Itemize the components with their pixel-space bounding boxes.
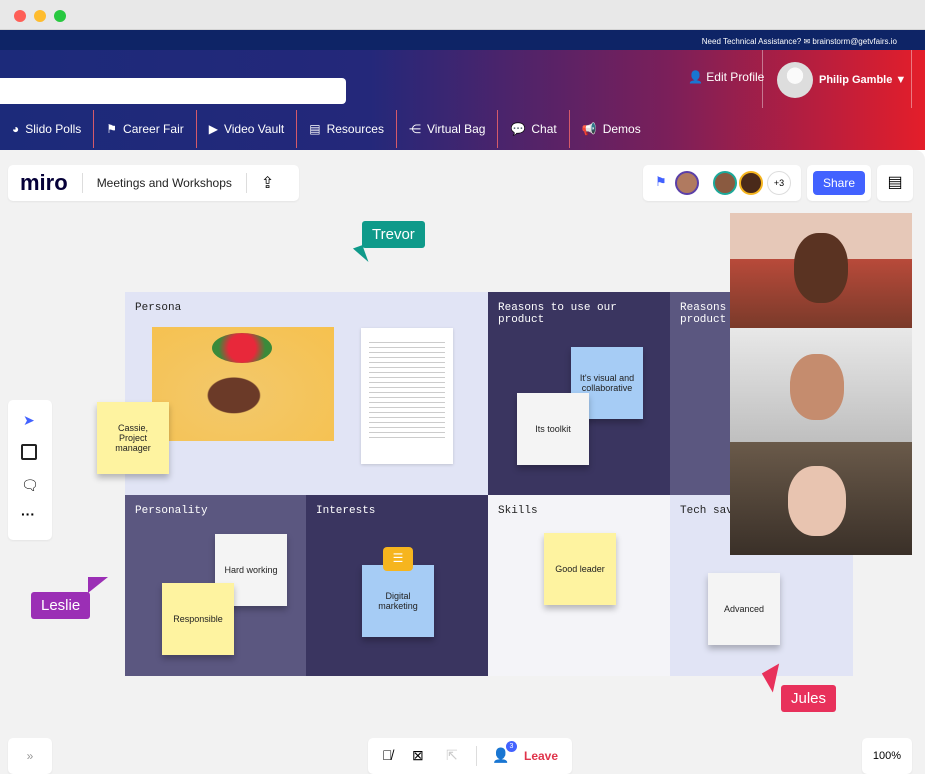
- collaborator-avatar[interactable]: [675, 171, 699, 195]
- share-button[interactable]: Share: [813, 171, 865, 195]
- search-input[interactable]: [0, 78, 346, 104]
- select-cursor-icon[interactable]: ➤: [23, 412, 35, 429]
- nav-item-virtual-bag[interactable]: ⋲ Virtual Bag: [397, 110, 499, 148]
- notes-icon[interactable]: ▤: [877, 165, 913, 201]
- maximize-window-button[interactable]: [54, 10, 66, 22]
- export-icon[interactable]: ⇪: [247, 173, 274, 193]
- zoom-level[interactable]: 100%: [862, 738, 912, 774]
- avatar: [777, 62, 813, 98]
- sticky-note[interactable]: Responsible: [162, 583, 234, 655]
- nav-item-video-vault[interactable]: ▶ Video Vault: [197, 110, 298, 148]
- megaphone-icon: 📢: [581, 122, 597, 136]
- participants-badge: 3: [506, 741, 517, 752]
- tools-toolbar: ➤ 🗨 ···: [8, 400, 52, 540]
- participant: [790, 354, 844, 420]
- persona-photo[interactable]: [152, 327, 334, 441]
- chat-icon: 💬: [510, 122, 526, 136]
- comment-icon[interactable]: ☰: [383, 547, 413, 571]
- pie-chart-icon: ◕: [12, 122, 20, 136]
- sticky-note-icon[interactable]: [21, 444, 37, 460]
- board-header: miro Meetings and Workshops ⇪: [8, 165, 299, 201]
- sticky-note[interactable]: Its toolkit: [517, 393, 589, 465]
- camera-off-icon[interactable]: ⊠: [412, 747, 424, 764]
- share-container: Share: [807, 165, 871, 201]
- nav-label: Video Vault: [223, 122, 285, 136]
- video-tile[interactable]: [730, 328, 912, 442]
- nav-label: Resources: [326, 122, 384, 136]
- more-collaborators[interactable]: +3: [767, 171, 791, 195]
- cursor-label-trevor: Trevor: [362, 221, 425, 248]
- technical-assistance[interactable]: Need Technical Assistance? ✉ brainstorm@…: [0, 30, 925, 50]
- sticky-note[interactable]: Digital marketing: [362, 565, 434, 637]
- sticky-note[interactable]: Advanced: [708, 573, 780, 645]
- nav-item-resources[interactable]: ▤ Resources: [297, 110, 397, 148]
- video-tile[interactable]: [730, 213, 912, 328]
- flag-icon: ⚑: [106, 122, 118, 136]
- nav-label: Chat: [531, 122, 557, 136]
- pdf-icon: ▤: [309, 122, 321, 136]
- user-name: Philip Gamble ▼: [819, 74, 907, 86]
- leave-button[interactable]: Leave: [524, 749, 558, 763]
- cursor-label-jules: Jules: [781, 685, 837, 712]
- user-icon: 👤: [688, 70, 703, 84]
- cursor-label-leslie: Leslie: [31, 592, 91, 619]
- collaborators-bar: ⚑ +3: [643, 165, 801, 201]
- participant: [794, 233, 848, 303]
- cursor-arrow-icon: [88, 577, 108, 593]
- collaborator-avatar[interactable]: [739, 171, 763, 195]
- sticky-note[interactable]: Good leader: [544, 533, 616, 605]
- video-tile[interactable]: [730, 442, 912, 555]
- nav-item-demos[interactable]: 📢 Demos: [570, 110, 653, 148]
- nav-label: Career Fair: [123, 122, 184, 136]
- minimize-window-button[interactable]: [34, 10, 46, 22]
- nav-label: Demos: [602, 122, 641, 136]
- persona-document[interactable]: [361, 328, 453, 464]
- close-window-button[interactable]: [14, 10, 26, 22]
- flower-crown: [212, 333, 272, 363]
- follow-icon[interactable]: ⚑: [655, 174, 667, 190]
- collaborator-avatar[interactable]: [713, 171, 737, 195]
- video-icon: ▶: [208, 122, 218, 136]
- sticky-note[interactable]: Cassie, Project manager: [97, 402, 169, 474]
- nav-item-chat[interactable]: 💬 Chat: [498, 110, 570, 148]
- nav-label: Slido Polls: [25, 122, 82, 136]
- document-text-lines: [369, 338, 445, 443]
- comment-icon[interactable]: 🗨: [21, 477, 39, 494]
- participant: [788, 466, 846, 536]
- nav-item-career-fair[interactable]: ⚑ Career Fair: [94, 110, 197, 148]
- more-icon[interactable]: ···: [21, 506, 35, 522]
- browser-chrome: [0, 0, 925, 30]
- miro-logo: miro: [8, 172, 83, 194]
- edit-profile-link[interactable]: 👤 Edit Profile: [688, 70, 764, 84]
- main-nav: ◕ Slido Polls ⚑ Career Fair ▶ Video Vault ▤ Res…: [0, 110, 653, 150]
- divider: [476, 746, 477, 766]
- call-controls: 🎙̸ ⊠ ⇱ 👤 3 Leave: [368, 738, 572, 774]
- mic-off-icon[interactable]: 🎙̸: [382, 747, 393, 763]
- nav-label: Virtual Bag: [426, 122, 486, 136]
- board-title[interactable]: Meetings and Workshops: [83, 173, 247, 193]
- nav-item-slido-polls[interactable]: ◕ Slido Polls: [0, 110, 95, 148]
- profile-menu[interactable]: Philip Gamble ▼: [762, 50, 912, 108]
- expand-panel-button[interactable]: »: [8, 738, 52, 774]
- share-icon: ⋲: [408, 122, 421, 136]
- screen-share-icon[interactable]: ⇱: [446, 747, 458, 764]
